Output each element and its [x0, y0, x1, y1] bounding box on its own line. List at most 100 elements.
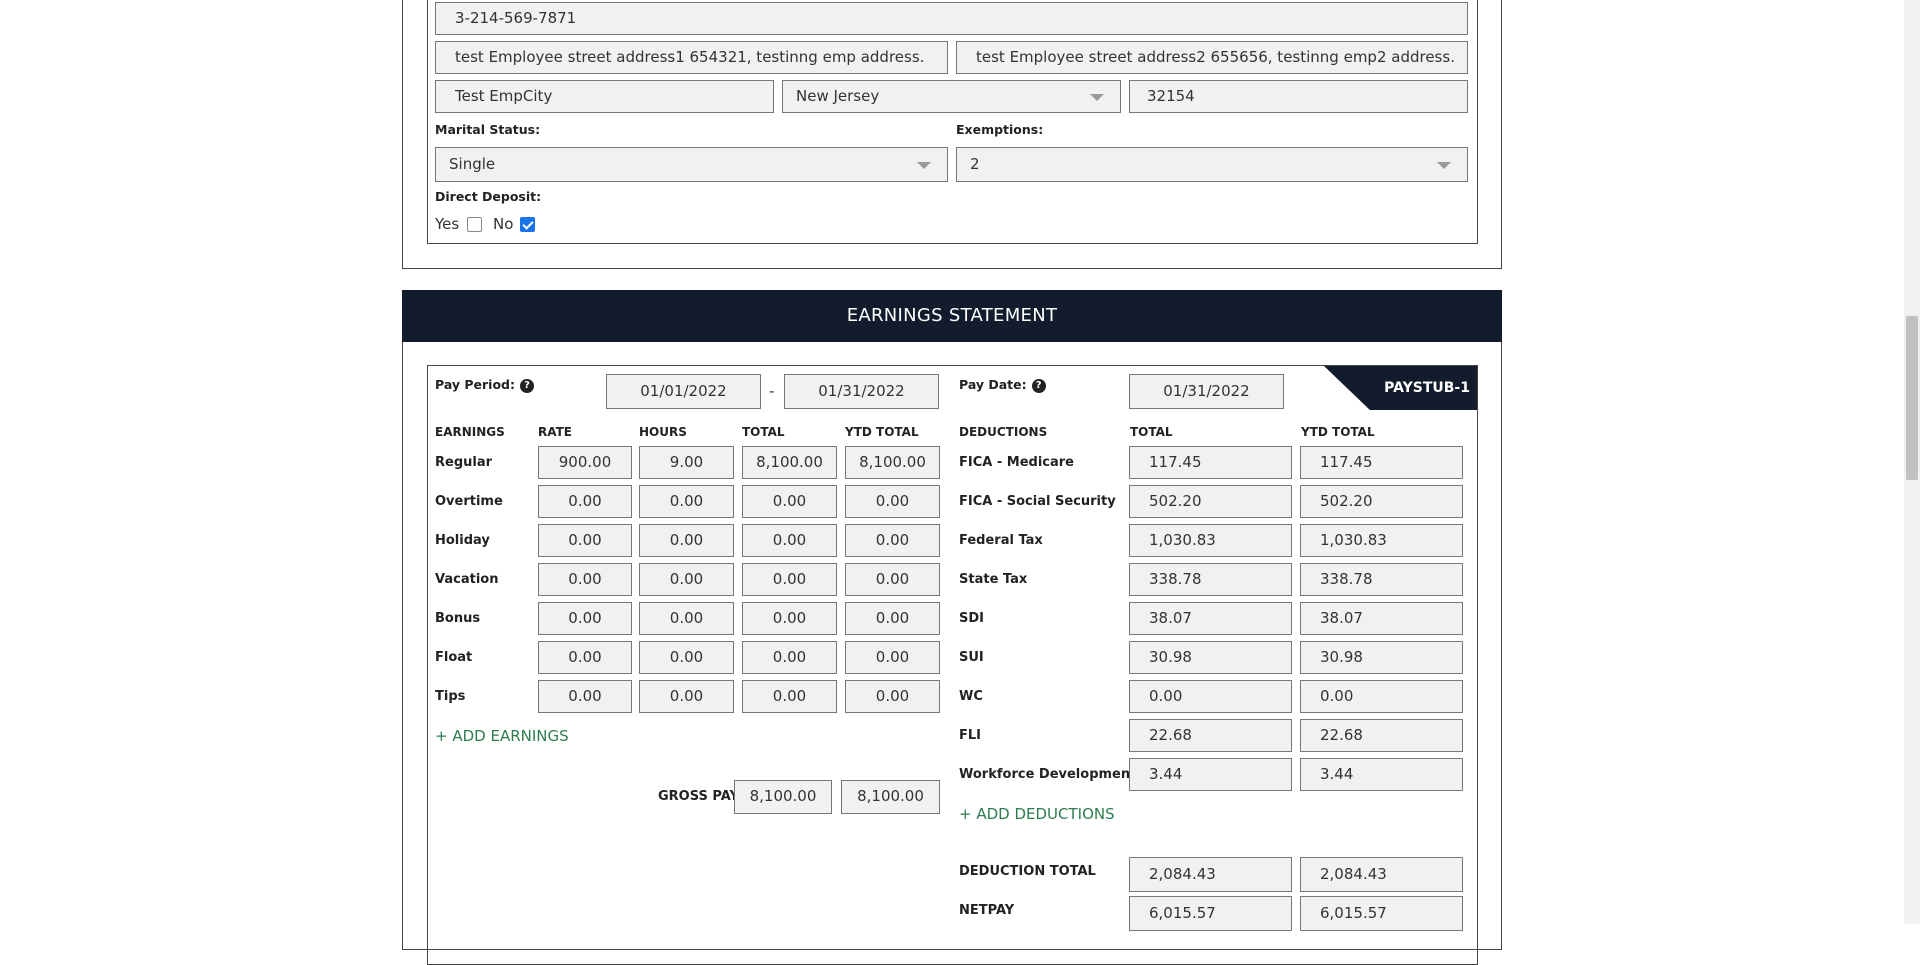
rate-field[interactable]: 0.00 [538, 485, 632, 518]
pay-period-label: Pay Period:? [435, 377, 534, 393]
total-field[interactable]: 0.00 [742, 680, 837, 713]
deduction-row-label: Federal Tax [959, 533, 1043, 548]
total-field[interactable]: 0.00 [742, 641, 837, 674]
exemptions-label: Exemptions: [956, 122, 1044, 137]
pay-period-start-field[interactable]: 01/01/2022 [606, 374, 761, 409]
earnings-row-label: Holiday [435, 533, 490, 548]
deduction-total-header: TOTAL [1130, 425, 1173, 439]
help-icon[interactable]: ? [520, 379, 534, 393]
total-field[interactable]: 0.00 [742, 602, 837, 635]
ytd-total-field[interactable]: 0.00 [845, 602, 940, 635]
deductions-header: DEDUCTIONS [959, 425, 1048, 439]
hours-field[interactable]: 0.00 [639, 641, 734, 674]
deduction-ytd-field[interactable]: 502.20 [1300, 485, 1463, 518]
deduction-ytd-field[interactable]: 38.07 [1300, 602, 1463, 635]
pay-period-dash: - [769, 382, 775, 400]
hours-field[interactable]: 0.00 [639, 680, 734, 713]
page-scrollbar-thumb[interactable] [1906, 316, 1918, 480]
gross-pay-label: GROSS PAY [658, 789, 739, 804]
ytd-total-field[interactable]: 0.00 [845, 680, 940, 713]
employee-address2-field[interactable]: test Employee street address2 655656, te… [956, 41, 1468, 74]
add-deductions-link[interactable]: + ADD DEDUCTIONS [959, 805, 1115, 823]
ytd-total-field[interactable]: 0.00 [845, 524, 940, 557]
deduction-total-ytd-field[interactable]: 2,084.43 [1300, 857, 1463, 892]
deduction-row-label: WC [959, 689, 983, 704]
employee-state-value: New Jersey [796, 87, 880, 105]
earnings-statement-title: EARNINGS STATEMENT [402, 290, 1502, 342]
direct-deposit-no-label: No [493, 215, 514, 233]
total-field[interactable]: 0.00 [742, 485, 837, 518]
deduction-ytd-field[interactable]: 30.98 [1300, 641, 1463, 674]
direct-deposit-no-checkbox[interactable] [520, 217, 535, 232]
rate-field[interactable]: 0.00 [538, 524, 632, 557]
deduction-total-field[interactable]: 38.07 [1129, 602, 1292, 635]
deduction-total-sum-field[interactable]: 2,084.43 [1129, 857, 1292, 892]
hours-field[interactable]: 0.00 [639, 563, 734, 596]
earnings-row-label: Bonus [435, 611, 481, 626]
hours-header: HOURS [639, 425, 687, 439]
pay-date-label: Pay Date:? [959, 377, 1046, 393]
pay-period-end-field[interactable]: 01/31/2022 [784, 374, 939, 409]
rate-field[interactable]: 0.00 [538, 563, 632, 596]
deduction-ytd-field[interactable]: 117.45 [1300, 446, 1463, 479]
hours-field[interactable]: 9.00 [639, 446, 734, 479]
help-icon[interactable]: ? [1031, 379, 1046, 393]
rate-field[interactable]: 0.00 [538, 602, 632, 635]
deduction-ytd-header: YTD TOTAL [1301, 425, 1375, 439]
deduction-total-field[interactable]: 22.68 [1129, 719, 1292, 752]
deduction-total-field[interactable]: 0.00 [1129, 680, 1292, 713]
deduction-ytd-field[interactable]: 22.68 [1300, 719, 1463, 752]
deduction-total-label: DEDUCTION TOTAL [959, 864, 1096, 879]
ytd-total-field[interactable]: 0.00 [845, 563, 940, 596]
ytd-total-field[interactable]: 8,100.00 [845, 446, 940, 479]
rate-field[interactable]: 900.00 [538, 446, 632, 479]
employee-city-field[interactable]: Test EmpCity [435, 80, 774, 113]
employee-phone-field[interactable]: 3-214-569-7871 [435, 2, 1468, 35]
pay-date-field[interactable]: 01/31/2022 [1129, 374, 1284, 409]
deduction-total-field[interactable]: 3.44 [1129, 758, 1292, 791]
hours-field[interactable]: 0.00 [639, 524, 734, 557]
deduction-row-label: FICA - Social Security [959, 494, 1116, 509]
chevron-down-icon [1437, 162, 1451, 169]
ytd-total-field[interactable]: 0.00 [845, 641, 940, 674]
rate-field[interactable]: 0.00 [538, 680, 632, 713]
direct-deposit-yes-checkbox[interactable] [467, 217, 482, 232]
earnings-row-label: Tips [435, 689, 466, 704]
deduction-ytd-field[interactable]: 3.44 [1300, 758, 1463, 791]
marital-status-select[interactable]: Single [435, 147, 948, 182]
deduction-ytd-field[interactable]: 1,030.83 [1300, 524, 1463, 557]
earnings-row-label: Regular [435, 455, 493, 470]
total-header: TOTAL [742, 425, 785, 439]
employee-state-select[interactable]: New Jersey [782, 80, 1121, 113]
deduction-ytd-field[interactable]: 0.00 [1300, 680, 1463, 713]
deduction-ytd-field[interactable]: 338.78 [1300, 563, 1463, 596]
total-field[interactable]: 8,100.00 [742, 446, 837, 479]
add-earnings-link[interactable]: + ADD EARNINGS [435, 727, 569, 745]
exemptions-select[interactable]: 2 [956, 147, 1468, 182]
total-field[interactable]: 0.00 [742, 524, 837, 557]
employee-zip-field[interactable]: 32154 [1129, 80, 1468, 113]
deduction-total-field[interactable]: 117.45 [1129, 446, 1292, 479]
deduction-total-field[interactable]: 338.78 [1129, 563, 1292, 596]
netpay-ytd-field[interactable]: 6,015.57 [1300, 896, 1463, 931]
hours-field[interactable]: 0.00 [639, 485, 734, 518]
employee-address1-field[interactable]: test Employee street address1 654321, te… [435, 41, 948, 74]
ytd-total-field[interactable]: 0.00 [845, 485, 940, 518]
gross-pay-total-field[interactable]: 8,100.00 [734, 780, 832, 814]
direct-deposit-label: Direct Deposit: [435, 189, 542, 204]
exemptions-value: 2 [970, 155, 980, 173]
hours-field[interactable]: 0.00 [639, 602, 734, 635]
ytd-total-header: YTD TOTAL [845, 425, 919, 439]
deduction-row-label: FICA - Medicare [959, 455, 1074, 470]
gross-pay-ytd-field[interactable]: 8,100.00 [841, 780, 940, 814]
earnings-row-label: Vacation [435, 572, 499, 587]
deduction-row-label: SUI [959, 650, 984, 665]
deduction-total-field[interactable]: 502.20 [1129, 485, 1292, 518]
deduction-total-field[interactable]: 1,030.83 [1129, 524, 1292, 557]
netpay-field[interactable]: 6,015.57 [1129, 896, 1292, 931]
direct-deposit-yes-label: Yes [435, 215, 460, 233]
total-field[interactable]: 0.00 [742, 563, 837, 596]
deduction-total-field[interactable]: 30.98 [1129, 641, 1292, 674]
earnings-row-label: Overtime [435, 494, 503, 509]
rate-field[interactable]: 0.00 [538, 641, 632, 674]
